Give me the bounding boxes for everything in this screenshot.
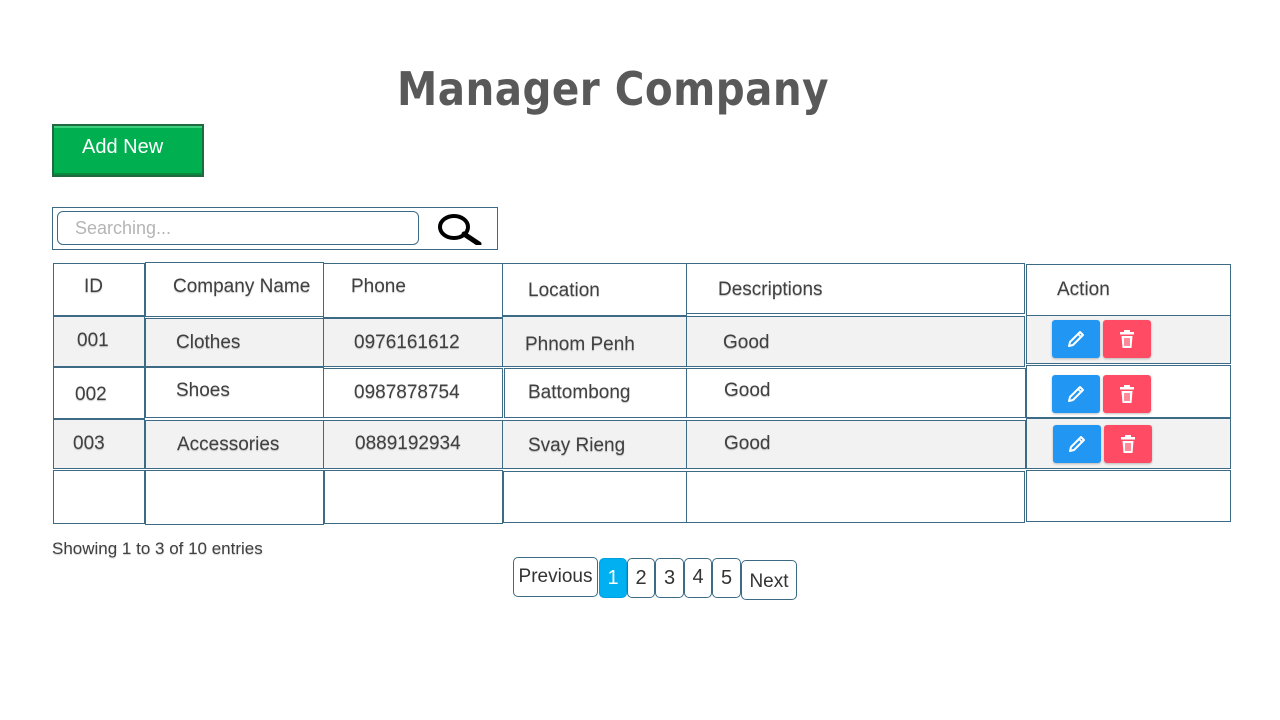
pagination-previous[interactable]: Previous	[513, 557, 598, 597]
header-phone: Phone	[323, 263, 503, 318]
edit-button[interactable]	[1052, 375, 1100, 413]
pagination-page-4[interactable]: 4	[684, 558, 712, 598]
cell-descriptions: Good	[723, 332, 770, 353]
header-id: ID	[53, 263, 145, 316]
edit-button[interactable]	[1052, 320, 1100, 358]
page: Manager Company Add New ID Company Name …	[0, 0, 1280, 720]
pagination-page-2[interactable]: 2	[627, 558, 655, 598]
cell-phone: 0976161612	[354, 332, 460, 353]
empty-cell	[1026, 470, 1231, 522]
pagination-page-5[interactable]: 5	[712, 558, 741, 598]
cell-company: Clothes	[176, 332, 241, 353]
pagination-next[interactable]: Next	[741, 560, 797, 600]
cell-descriptions: Good	[724, 433, 771, 454]
header-location: Location	[502, 263, 687, 316]
cell-id: 002	[75, 384, 107, 405]
table-row-2-phone: 0987878754	[323, 368, 503, 418]
cell-location: Phnom Penh	[525, 334, 635, 355]
header-phone-label: Phone	[351, 276, 406, 297]
header-location-label: Location	[528, 280, 600, 301]
search-input[interactable]	[57, 211, 419, 245]
table-row-2-descriptions: Good	[686, 368, 1026, 418]
header-descriptions: Descriptions	[686, 263, 1025, 314]
delete-button[interactable]	[1103, 320, 1151, 358]
edit-button[interactable]	[1053, 425, 1101, 463]
search-bar	[52, 207, 498, 250]
cell-descriptions: Good	[724, 380, 771, 401]
table-row-3-id: 003	[53, 419, 145, 469]
empty-cell	[145, 470, 324, 525]
empty-cell	[324, 470, 503, 524]
header-id-label: ID	[84, 276, 103, 297]
table-row-2-company: Shoes	[145, 367, 324, 418]
table-row-3-phone: 0889192934	[323, 420, 503, 469]
add-new-button[interactable]: Add New	[52, 124, 204, 177]
entries-info: Showing 1 to 3 of 10 entries	[52, 539, 263, 558]
table-row-1-phone: 0976161612	[323, 318, 503, 367]
delete-button[interactable]	[1104, 425, 1152, 463]
cell-company: Shoes	[176, 380, 230, 401]
pagination-page-1[interactable]: 1	[599, 558, 627, 598]
header-action-label: Action	[1057, 279, 1110, 300]
cell-id: 003	[73, 433, 105, 454]
table-row-1-descriptions: Good	[686, 316, 1025, 367]
trash-icon	[1120, 385, 1134, 403]
trash-icon	[1121, 435, 1135, 453]
table-row-3-descriptions: Good	[686, 420, 1026, 469]
empty-cell	[503, 471, 687, 523]
table-row-2-location: Battombong	[504, 368, 687, 418]
cell-location: Svay Rieng	[528, 435, 626, 456]
page-title: Manager Company	[396, 62, 830, 116]
empty-cell	[53, 470, 145, 524]
table-row-3-action	[1026, 418, 1231, 469]
trash-icon	[1120, 330, 1134, 348]
cell-id: 001	[77, 330, 109, 351]
cell-company: Accessories	[177, 434, 280, 455]
header-action: Action	[1026, 264, 1231, 316]
delete-button[interactable]	[1103, 375, 1151, 413]
table-row-2-id: 002	[53, 367, 145, 419]
header-descriptions-label: Descriptions	[718, 279, 823, 300]
table-row-3-location: Svay Rieng	[502, 420, 687, 469]
cell-phone: 0987878754	[354, 382, 460, 403]
pencil-icon	[1068, 331, 1084, 347]
table-row-1-action	[1026, 315, 1231, 364]
cell-phone: 0889192934	[355, 433, 461, 454]
table-row-1-id: 001	[53, 316, 145, 367]
table-row-1-company: Clothes	[145, 318, 324, 367]
header-company-label: Company Name	[173, 276, 311, 297]
table-row-2-action	[1026, 365, 1231, 418]
search-icon[interactable]	[435, 213, 483, 245]
table-row-1-location: Phnom Penh	[502, 316, 687, 367]
header-company: Company Name	[145, 262, 324, 317]
pagination-page-3[interactable]: 3	[655, 558, 684, 598]
pencil-icon	[1068, 386, 1084, 402]
empty-cell	[686, 471, 1025, 523]
pencil-icon	[1069, 436, 1085, 452]
table-row-3-company: Accessories	[145, 420, 324, 469]
cell-location: Battombong	[528, 382, 631, 403]
